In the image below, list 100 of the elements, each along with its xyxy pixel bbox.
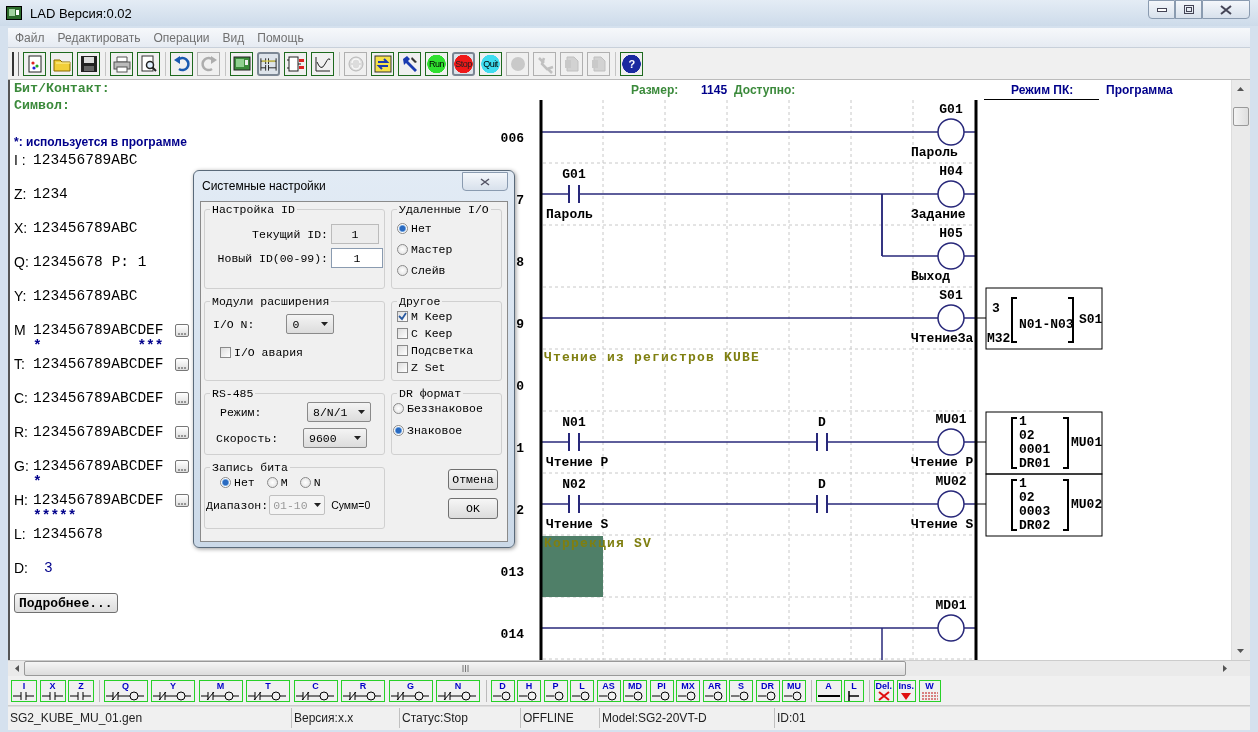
run-button[interactable]: Run <box>425 51 448 76</box>
checkbox[interactable] <box>220 347 231 358</box>
ladder-tool-button[interactable]: Y <box>151 679 195 702</box>
toolbar-button[interactable] <box>110 51 133 76</box>
rung-number: 006 <box>500 131 525 146</box>
more-button[interactable] <box>175 357 189 371</box>
scroll-thumb[interactable] <box>24 661 906 676</box>
ladder-tool-button[interactable]: L <box>844 679 864 702</box>
radio-button[interactable] <box>393 425 404 436</box>
radio-button[interactable] <box>397 223 408 234</box>
maximize-button[interactable] <box>1175 0 1202 19</box>
toolbar-button[interactable] <box>257 51 280 76</box>
checkbox[interactable] <box>397 328 408 339</box>
ladder-tool-button[interactable]: Ins. <box>896 679 917 702</box>
menu-item[interactable]: Файл <box>10 30 53 45</box>
toolbar-button[interactable] <box>284 51 307 76</box>
scroll-thumb[interactable] <box>1233 107 1249 126</box>
bracket <box>1011 417 1019 469</box>
stop-button[interactable]: Stop <box>452 51 475 76</box>
checkbox[interactable] <box>397 311 408 322</box>
coil-comment: Пароль <box>911 145 958 160</box>
ladder-tool-button[interactable]: MU <box>782 679 806 702</box>
ladder-tool-button[interactable]: DR <box>755 679 780 702</box>
toolbar-button[interactable] <box>371 51 394 76</box>
coil-icon <box>757 690 778 701</box>
coil-icon <box>678 690 698 701</box>
bit-label: D: <box>14 560 29 576</box>
contact-coil-icon <box>390 690 431 701</box>
bit-label: T: <box>14 356 26 372</box>
input-field[interactable]: 1 <box>331 248 383 268</box>
more-button[interactable] <box>175 391 189 405</box>
ladder-tool-button[interactable]: I <box>11 679 37 702</box>
ladder-tool-button[interactable]: X <box>39 679 66 702</box>
coil-comment: Задание <box>911 207 966 222</box>
contact-coil-icon <box>248 690 288 701</box>
radio-button[interactable] <box>220 477 231 488</box>
ladder-tool-button[interactable]: D <box>490 679 515 702</box>
toolbar-grip[interactable] <box>12 51 19 76</box>
toolbar-button[interactable] <box>23 51 46 76</box>
radio-button[interactable] <box>299 477 311 488</box>
ladder-tool-button[interactable]: Z <box>68 679 94 702</box>
ladder-tool-button[interactable]: L <box>570 679 594 702</box>
toolbar-button[interactable] <box>230 51 253 76</box>
ladder-tool-button[interactable]: AS <box>596 679 621 702</box>
checkbox-label: I/O авария <box>234 346 303 359</box>
close-button[interactable] <box>1202 0 1250 19</box>
more-button[interactable] <box>175 323 189 337</box>
ladder-tool-button[interactable]: S <box>729 679 753 702</box>
toolbar-button[interactable] <box>398 51 421 76</box>
more-button[interactable] <box>175 459 189 473</box>
quit-button[interactable]: Quit <box>479 51 502 76</box>
toolbar-button[interactable] <box>137 51 160 76</box>
minimize-icon <box>1156 7 1167 12</box>
ladder-tool-button[interactable]: N <box>436 679 480 702</box>
ladder-tool-button[interactable]: G <box>388 679 433 702</box>
help-button[interactable]: ? <box>620 51 643 76</box>
coil-address: MU02 <box>935 474 967 489</box>
block-diagram-icon <box>285 53 306 74</box>
ladder-tool-button[interactable]: AR <box>702 679 727 702</box>
details-button[interactable]: Подробнее... <box>14 593 118 613</box>
ladder-tool-button[interactable]: MX <box>676 679 700 702</box>
minimize-button[interactable] <box>1148 0 1175 19</box>
radio-button[interactable] <box>266 477 278 488</box>
ladder-tool-button[interactable]: A <box>815 679 842 702</box>
ladder-tool-button[interactable]: M <box>198 679 243 702</box>
bit-label: C: <box>14 390 29 406</box>
toolbar-button[interactable] <box>77 51 100 76</box>
ladder-tool-button[interactable]: W <box>918 679 941 702</box>
radio-button[interactable] <box>397 244 408 255</box>
ladder-tool-button[interactable]: P <box>543 679 568 702</box>
dropdown[interactable]: 0 <box>286 314 335 334</box>
dialog-button[interactable]: Отмена <box>448 469 498 490</box>
block-value: DR01 <box>1019 456 1051 471</box>
dialog-button[interactable]: OK <box>448 498 498 519</box>
ladder-tool-button[interactable]: T <box>246 679 290 702</box>
menu-item[interactable]: Помощь <box>252 30 312 45</box>
wire <box>540 441 570 443</box>
ladder-tool-button[interactable]: MD <box>623 679 647 702</box>
ladder-tool-button[interactable]: R <box>341 679 385 702</box>
more-button[interactable] <box>175 425 189 439</box>
ladder-tool-button[interactable]: Q <box>103 679 148 702</box>
ladder-tool-button[interactable]: H <box>517 679 541 702</box>
radio-button[interactable] <box>397 265 408 276</box>
group-title: Другое <box>398 295 442 308</box>
menu-item[interactable]: Редактировать <box>52 30 149 45</box>
dropdown[interactable]: 9600 <box>303 428 367 448</box>
ladder-tool-button[interactable]: PI <box>649 679 674 702</box>
menu-item[interactable]: Вид <box>217 30 253 45</box>
bit-label: Y: <box>14 288 28 304</box>
menu-item[interactable]: Операции <box>148 30 218 45</box>
bit-list: 123456789ABCDEF <box>33 356 175 372</box>
radio-button[interactable] <box>393 403 404 414</box>
checkbox[interactable] <box>397 362 408 373</box>
checkbox[interactable] <box>397 345 408 356</box>
ladder-tool-button[interactable]: C <box>293 679 338 702</box>
dropdown[interactable]: 8/N/1 <box>307 402 371 422</box>
ladder-tool-button[interactable]: Del. <box>873 679 894 702</box>
more-button[interactable] <box>175 493 189 507</box>
close-button[interactable] <box>462 172 508 191</box>
app-icon <box>6 5 22 21</box>
